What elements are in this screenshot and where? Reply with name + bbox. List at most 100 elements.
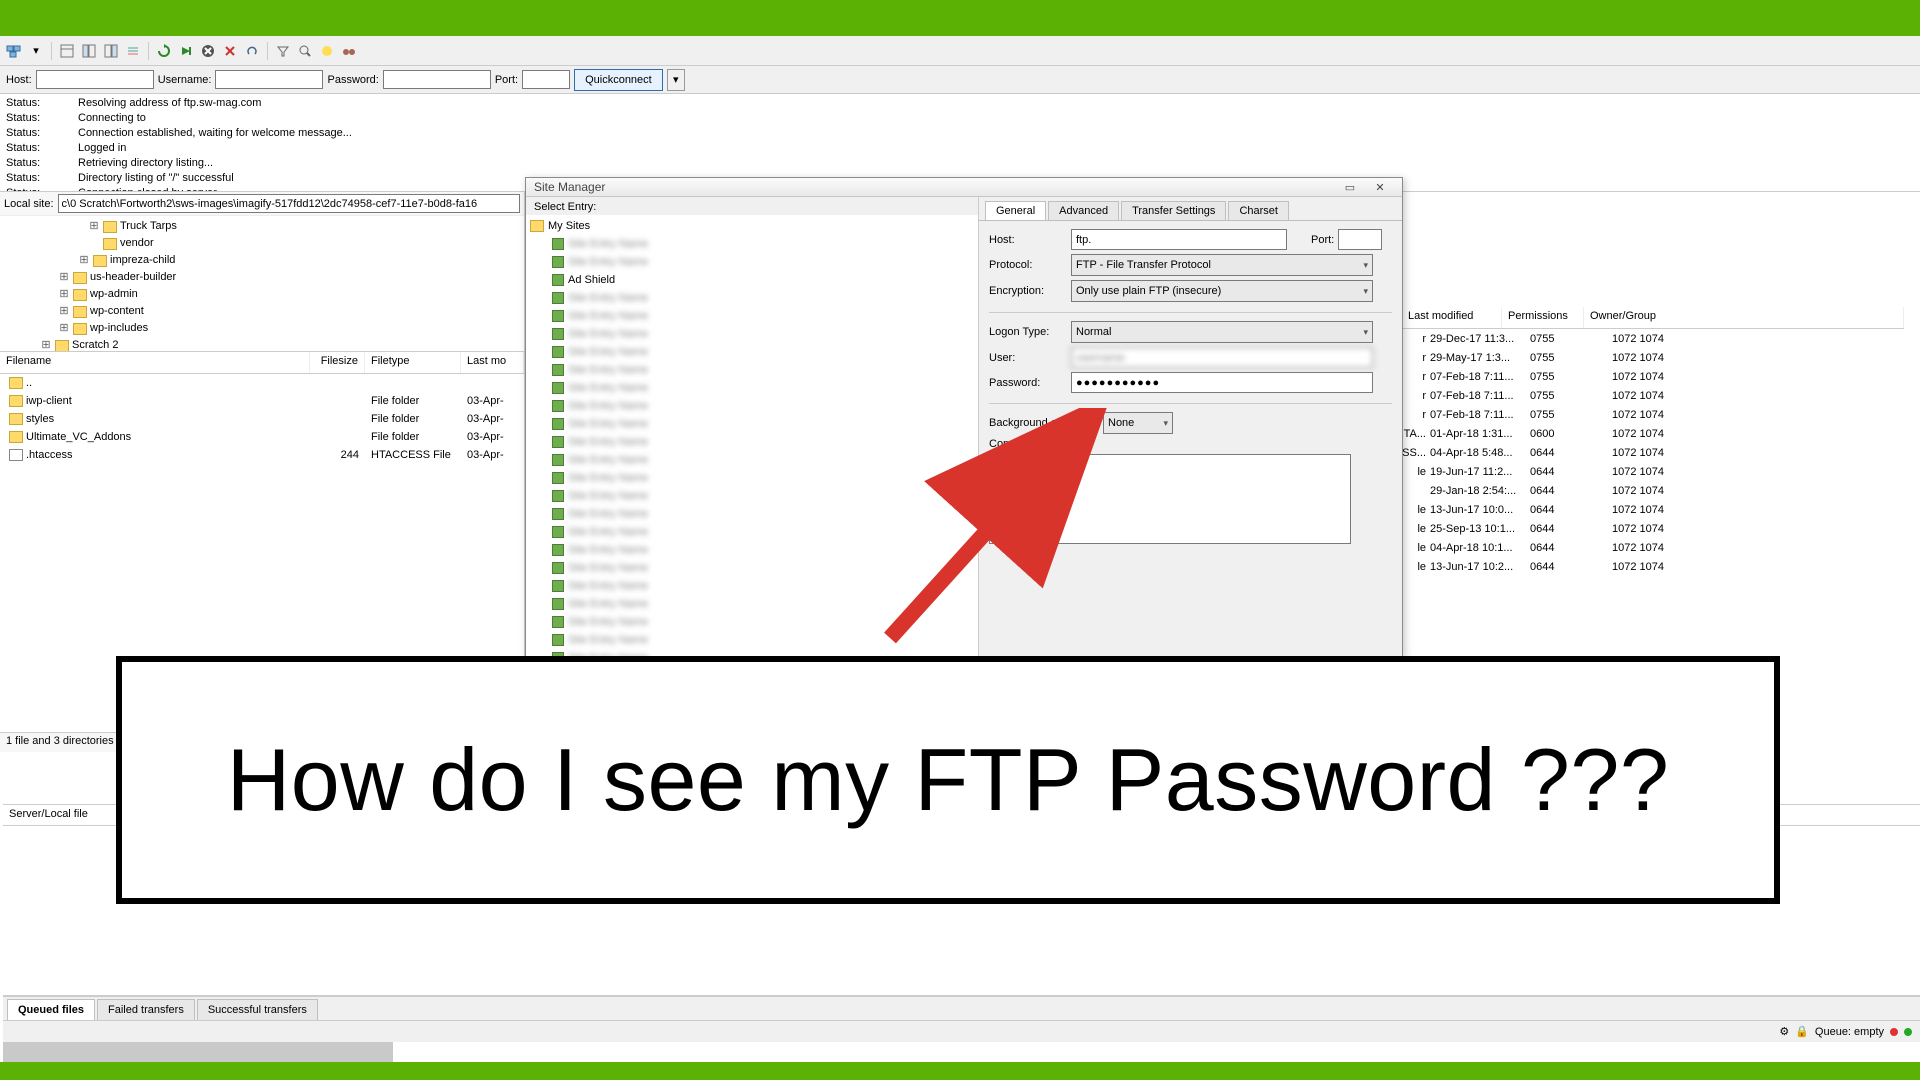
toggle-remote-tree-icon[interactable] xyxy=(101,41,121,61)
tree-item[interactable]: My Sites xyxy=(530,217,974,235)
expander-icon[interactable]: ⊞ xyxy=(58,303,70,320)
remote-file-list[interactable]: r29-Dec-17 11:3...07551072 1074r29-May-1… xyxy=(1400,329,1904,576)
tree-item[interactable]: Site Entry Name xyxy=(530,595,974,613)
col-filetype[interactable]: Filetype xyxy=(365,352,461,373)
logon-type-select[interactable]: Normal▾ xyxy=(1071,321,1373,343)
tree-item[interactable]: Site Entry Name xyxy=(530,469,974,487)
password-input[interactable] xyxy=(383,70,491,89)
expander-icon[interactable]: ⊞ xyxy=(40,337,52,352)
list-item[interactable]: iwp-clientFile folder03-Apr- xyxy=(0,392,524,410)
tree-item[interactable]: ⊞wp-admin xyxy=(0,286,524,303)
comments-textarea[interactable] xyxy=(989,454,1351,544)
dropdown-icon[interactable]: ▾ xyxy=(26,41,46,61)
tree-item[interactable]: ⊞impreza-child xyxy=(0,252,524,269)
list-item[interactable]: r07-Feb-18 7:11...07551072 1074 xyxy=(1400,367,1904,386)
tree-item[interactable]: Site Entry Name xyxy=(530,253,974,271)
reconnect-icon[interactable] xyxy=(242,41,262,61)
port-input[interactable] xyxy=(522,70,570,89)
col-filename[interactable]: Filename xyxy=(0,352,310,373)
col-filesize[interactable]: Filesize xyxy=(310,352,365,373)
sm-host-input[interactable] xyxy=(1071,229,1287,250)
sm-password-input[interactable] xyxy=(1071,372,1373,393)
tree-item[interactable]: Site Entry Name xyxy=(530,451,974,469)
list-item[interactable]: r07-Feb-18 7:11...07551072 1074 xyxy=(1400,386,1904,405)
encryption-select[interactable]: Only use plain FTP (insecure)▾ xyxy=(1071,280,1373,302)
tree-item[interactable]: Site Entry Name xyxy=(530,361,974,379)
list-item[interactable]: r07-Feb-18 7:11...07551072 1074 xyxy=(1400,405,1904,424)
tab-transfer-settings[interactable]: Transfer Settings xyxy=(1121,201,1226,220)
tree-item[interactable]: ⊞Truck Tarps xyxy=(0,218,524,235)
dialog-close-icon[interactable]: ✕ xyxy=(1366,178,1394,196)
tab-general[interactable]: General xyxy=(985,201,1046,220)
expander-icon[interactable]: ⊞ xyxy=(58,320,70,337)
local-dir-tree[interactable]: ⊞Truck Tarpsvendor⊞impreza-child⊞us-head… xyxy=(0,216,524,352)
tree-item[interactable]: ⊞wp-content xyxy=(0,303,524,320)
host-input[interactable] xyxy=(36,70,154,89)
tree-item[interactable]: Site Entry Name xyxy=(530,307,974,325)
list-item[interactable]: .htaccess244HTACCESS File03-Apr- xyxy=(0,446,524,464)
quickconnect-button[interactable]: Quickconnect xyxy=(574,69,663,91)
local-site-input[interactable] xyxy=(58,194,520,213)
sm-user-input[interactable] xyxy=(1071,347,1373,368)
tree-item[interactable]: Site Entry Name xyxy=(530,541,974,559)
tree-item[interactable]: Site Entry Name xyxy=(530,613,974,631)
toggle-local-tree-icon[interactable] xyxy=(79,41,99,61)
expander-icon[interactable]: ⊞ xyxy=(78,252,90,269)
tree-item[interactable]: Site Entry Name xyxy=(530,415,974,433)
list-item[interactable]: le13-Jun-17 10:2...06441072 1074 xyxy=(1400,557,1904,576)
process-queue-icon[interactable] xyxy=(176,41,196,61)
tree-item[interactable]: Site Entry Name xyxy=(530,397,974,415)
search-icon[interactable] xyxy=(295,41,315,61)
list-item[interactable]: le19-Jun-17 11:2...06441072 1074 xyxy=(1400,462,1904,481)
tree-item[interactable]: Site Entry Name xyxy=(530,523,974,541)
list-item[interactable]: r29-Dec-17 11:3...07551072 1074 xyxy=(1400,329,1904,348)
filter-icon[interactable] xyxy=(273,41,293,61)
tab-charset[interactable]: Charset xyxy=(1228,201,1289,220)
list-item[interactable]: r29-May-17 1:3...07551072 1074 xyxy=(1400,348,1904,367)
tree-item[interactable]: Site Entry Name xyxy=(530,559,974,577)
list-item[interactable]: le04-Apr-18 10:1...06441072 1074 xyxy=(1400,538,1904,557)
expander-icon[interactable]: ⊞ xyxy=(88,218,100,235)
dialog-help-icon[interactable]: ▭ xyxy=(1336,178,1364,196)
expander-icon[interactable]: ⊞ xyxy=(58,286,70,303)
site-tree[interactable]: My SitesSite Entry NameSite Entry NameAd… xyxy=(526,215,978,669)
tree-item[interactable]: vendor xyxy=(0,235,524,252)
tree-item[interactable]: Site Entry Name xyxy=(530,577,974,595)
refresh-icon[interactable] xyxy=(154,41,174,61)
toggle-queue-icon[interactable] xyxy=(123,41,143,61)
tree-item[interactable]: Site Entry Name xyxy=(530,289,974,307)
list-item[interactable]: stylesFile folder03-Apr- xyxy=(0,410,524,428)
list-item[interactable]: .. xyxy=(0,374,524,392)
dialog-titlebar[interactable]: Site Manager ▭ ✕ xyxy=(526,178,1402,197)
tree-item[interactable]: ⊞us-header-builder xyxy=(0,269,524,286)
username-input[interactable] xyxy=(215,70,323,89)
col-lastmod[interactable]: Last mo xyxy=(461,352,524,373)
disconnect-icon[interactable] xyxy=(220,41,240,61)
tab-successful-transfers[interactable]: Successful transfers xyxy=(197,999,318,1020)
list-item[interactable]: le13-Jun-17 10:0...06441072 1074 xyxy=(1400,500,1904,519)
col-owner-group[interactable]: Owner/Group xyxy=(1584,307,1904,328)
compare-icon[interactable] xyxy=(317,41,337,61)
list-item[interactable]: Ultimate_VC_AddonsFile folder03-Apr- xyxy=(0,428,524,446)
list-item[interactable]: 29-Jan-18 2:54:...06441072 1074 xyxy=(1400,481,1904,500)
col-permissions[interactable]: Permissions xyxy=(1502,307,1584,328)
tree-item[interactable]: Site Entry Name xyxy=(530,433,974,451)
sm-port-input[interactable] xyxy=(1338,229,1382,250)
list-item[interactable]: TA...01-Apr-18 1:31...06001072 1074 xyxy=(1400,424,1904,443)
gear-icon[interactable]: ⚙ xyxy=(1779,1025,1789,1038)
protocol-select[interactable]: FTP - File Transfer Protocol▾ xyxy=(1071,254,1373,276)
tree-item[interactable]: Site Entry Name xyxy=(530,235,974,253)
tree-item[interactable]: Site Entry Name xyxy=(530,343,974,361)
bg-color-select[interactable]: None▾ xyxy=(1103,412,1173,434)
tree-item[interactable]: Ad Shield xyxy=(530,271,974,289)
site-manager-icon[interactable] xyxy=(4,41,24,61)
tab-queued-files[interactable]: Queued files xyxy=(7,999,95,1020)
tree-item[interactable]: Site Entry Name xyxy=(530,487,974,505)
quickconnect-history-dropdown[interactable]: ▾ xyxy=(667,69,685,91)
tree-item[interactable]: Site Entry Name xyxy=(530,379,974,397)
tree-item[interactable]: Site Entry Name xyxy=(530,325,974,343)
expander-icon[interactable]: ⊞ xyxy=(58,269,70,286)
cancel-icon[interactable] xyxy=(198,41,218,61)
tree-item[interactable]: ⊞wp-includes xyxy=(0,320,524,337)
col-last-modified[interactable]: Last modified xyxy=(1402,307,1502,328)
